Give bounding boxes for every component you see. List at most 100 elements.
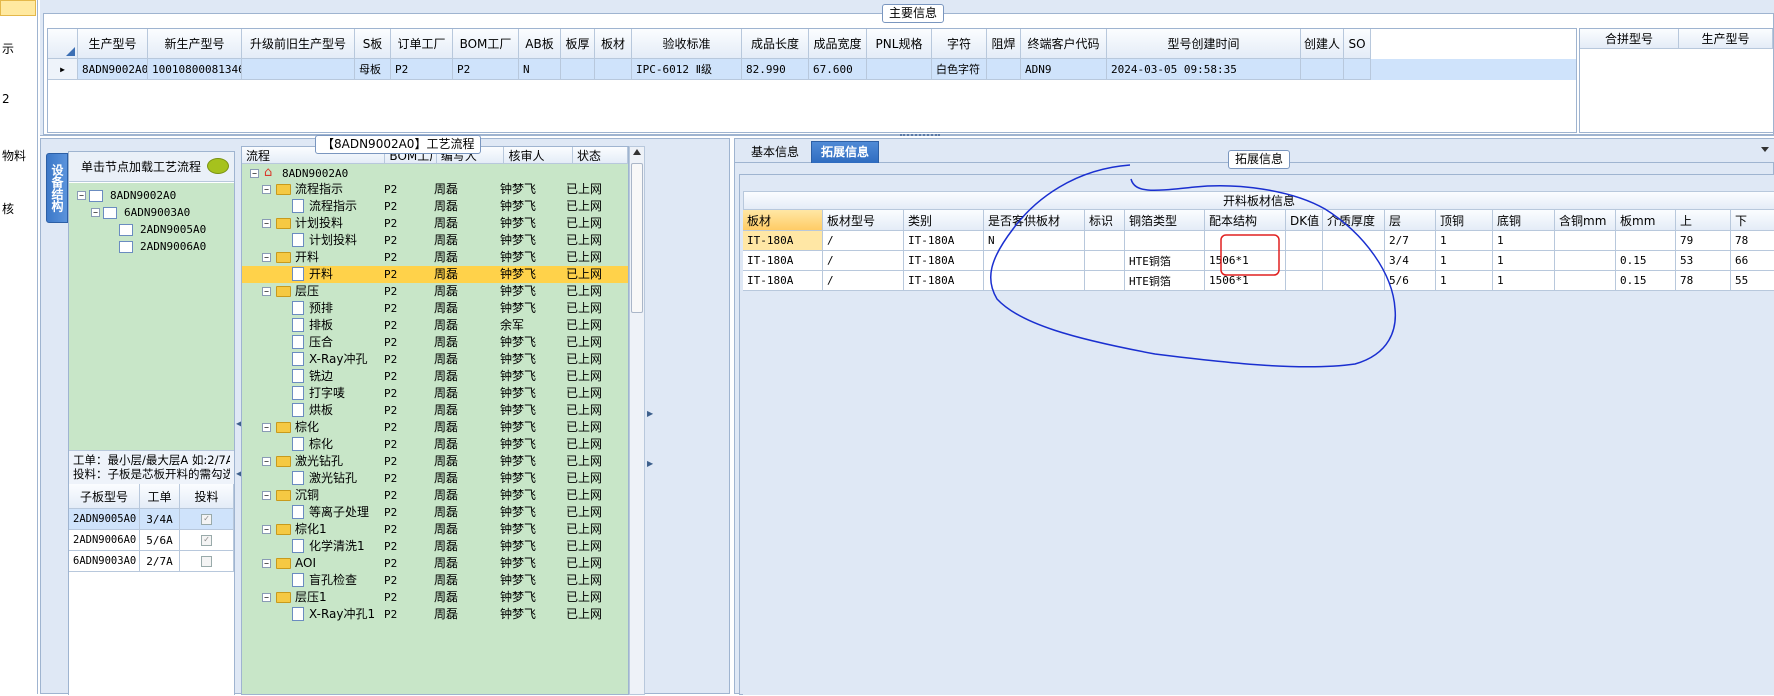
flow-row[interactable]: 计划投料 P2 周磊 钟梦飞 已上网 (242, 232, 628, 249)
column-header[interactable]: 板mm (1616, 210, 1676, 231)
material-cell[interactable] (1286, 231, 1323, 251)
material-row[interactable]: IT-180A / IT-180A N 2/7 1 1 79 78 (743, 231, 1774, 251)
flow-row[interactable]: − 棕化 P2 周磊 钟梦飞 已上网 (242, 419, 628, 436)
checkbox-icon[interactable]: ✓ (201, 534, 212, 546)
main-info-row[interactable]: ▶ 8ADN9002A0 10010800081346 母板 P2 P2 N I… (48, 59, 1576, 80)
flow-row[interactable]: 开料 P2 周磊 钟梦飞 已上网 (242, 266, 628, 283)
flow-row[interactable]: 打字唛 P2 周磊 钟梦飞 已上网 (242, 385, 628, 402)
cell-width[interactable]: 67.600 (809, 59, 867, 80)
column-header[interactable]: 配本结构 (1205, 210, 1286, 231)
material-cell[interactable]: 5/6 (1385, 271, 1436, 291)
material-cell[interactable]: 1 (1436, 231, 1493, 251)
material-cell[interactable]: / (823, 271, 904, 291)
material-cell[interactable]: IT-180A (743, 271, 823, 291)
material-cell[interactable]: HTE铜箔 (1125, 251, 1205, 271)
material-cell[interactable]: 79 (1676, 231, 1731, 251)
checkbox-icon[interactable] (201, 555, 212, 567)
collapse-icon[interactable]: − (77, 191, 86, 200)
column-header[interactable]: 铜箔类型 (1125, 210, 1205, 231)
flow-row[interactable]: − 沉铜 P2 周磊 钟梦飞 已上网 (242, 487, 628, 504)
material-cell[interactable]: 1 (1436, 271, 1493, 291)
material-cell[interactable]: / (823, 251, 904, 271)
material-cell[interactable]: 1506*1 (1205, 271, 1286, 291)
flow-row[interactable]: 铣边 P2 周磊 钟梦飞 已上网 (242, 368, 628, 385)
material-cell[interactable] (1085, 231, 1125, 251)
material-cell[interactable]: 1506*1 (1205, 251, 1286, 271)
column-header[interactable]: BOM工厂 (453, 29, 519, 59)
material-cell[interactable]: 53 (1676, 251, 1731, 271)
material-cell[interactable]: 1 (1493, 271, 1555, 291)
cell-material[interactable] (595, 59, 632, 80)
cell-sub-feed[interactable] (180, 551, 234, 572)
tree-node[interactable]: − 6ADN9003A0 (91, 206, 190, 219)
collapse-icon[interactable]: − (262, 559, 271, 568)
material-cell[interactable] (1286, 271, 1323, 291)
column-header[interactable]: 成品长度 (742, 29, 809, 59)
column-header[interactable]: 上 (1676, 210, 1731, 231)
flow-row[interactable]: X-Ray冲孔1 P2 周磊 钟梦飞 已上网 (242, 606, 628, 623)
material-cell[interactable] (984, 251, 1085, 271)
column-header[interactable]: 状态 (573, 147, 628, 164)
collapse-icon[interactable]: − (262, 491, 271, 500)
material-cell[interactable] (1555, 231, 1616, 251)
column-header[interactable]: 介质厚度 (1323, 210, 1385, 231)
material-cell[interactable]: IT-180A (904, 231, 984, 251)
flow-row[interactable]: − 开料 P2 周磊 钟梦飞 已上网 (242, 249, 628, 266)
column-header[interactable]: 标识 (1085, 210, 1125, 231)
column-header[interactable]: 新生产型号 (148, 29, 242, 59)
material-row[interactable]: IT-180A / IT-180A HTE铜箔 1506*1 5/6 1 1 0.15 78 55 (743, 271, 1774, 291)
flow-row[interactable]: X-Ray冲孔 P2 周磊 钟梦飞 已上网 (242, 351, 628, 368)
cell-sub-feed[interactable]: ✓ (180, 509, 234, 530)
collapse-icon[interactable]: − (91, 208, 100, 217)
material-cell[interactable]: 2/7 (1385, 231, 1436, 251)
dropdown-arrow-icon[interactable] (1761, 147, 1769, 152)
material-cell[interactable]: 1 (1493, 231, 1555, 251)
material-cell[interactable] (1323, 251, 1385, 271)
splitter-arrow-icon[interactable]: ▶ (647, 459, 653, 468)
material-cell[interactable]: 66 (1731, 251, 1774, 271)
material-cell[interactable]: 78 (1676, 271, 1731, 291)
column-header[interactable]: 板材 (743, 210, 823, 231)
material-cell[interactable] (1085, 271, 1125, 291)
cell-sub-order[interactable]: 3/4A (140, 509, 180, 530)
column-header[interactable]: 板材型号 (823, 210, 904, 231)
sub-board-row[interactable]: 2ADN9005A0 3/4A ✓ (69, 509, 234, 530)
material-cell[interactable]: 1 (1493, 251, 1555, 271)
cell-ab-board[interactable]: N (519, 59, 561, 80)
cell-s-board[interactable]: 母板 (355, 59, 391, 80)
flow-row[interactable]: − 流程指示 P2 周磊 钟梦飞 已上网 (242, 181, 628, 198)
material-cell[interactable] (1323, 231, 1385, 251)
material-cell[interactable] (1205, 231, 1286, 251)
material-cell[interactable]: 0.15 (1616, 271, 1676, 291)
tab-extended-info[interactable]: 拓展信息 (811, 141, 879, 163)
cell-sub-order[interactable]: 5/6A (140, 530, 180, 551)
left-strip-item[interactable]: 物料 (2, 147, 26, 164)
cell-sub-feed[interactable]: ✓ (180, 530, 234, 551)
column-header[interactable]: 字符 (932, 29, 987, 59)
left-strip-item[interactable]: 2 (2, 92, 10, 106)
material-cell[interactable] (1085, 251, 1125, 271)
collapse-icon[interactable]: − (262, 593, 271, 602)
left-strip-item[interactable]: 示 (2, 40, 14, 57)
flow-row[interactable]: − 计划投料 P2 周磊 钟梦飞 已上网 (242, 215, 628, 232)
collapse-icon[interactable]: − (250, 169, 259, 178)
cell-character[interactable]: 白色字符 (932, 59, 987, 80)
splitter-handle[interactable] (900, 134, 940, 137)
material-cell[interactable] (1555, 271, 1616, 291)
cell-creator[interactable] (1301, 59, 1344, 80)
column-header[interactable]: 核审人 (504, 147, 574, 164)
column-header[interactable]: 层 (1385, 210, 1436, 231)
material-cell[interactable]: 0.15 (1616, 251, 1676, 271)
cell-sub-model[interactable]: 6ADN9003A0 (69, 551, 140, 572)
side-tab-equipment[interactable]: 设备结构 (46, 153, 68, 223)
cell-sub-model[interactable]: 2ADN9005A0 (69, 509, 140, 530)
scroll-thumb[interactable] (631, 163, 643, 313)
collapse-icon[interactable]: − (262, 287, 271, 296)
column-header[interactable]: 底铜 (1493, 210, 1555, 231)
column-header[interactable]: 类别 (904, 210, 984, 231)
flow-row[interactable]: 流程指示 P2 周磊 钟梦飞 已上网 (242, 198, 628, 215)
cell-sub-model[interactable]: 2ADN9006A0 (69, 530, 140, 551)
material-cell[interactable]: 1 (1436, 251, 1493, 271)
material-cell[interactable] (984, 271, 1085, 291)
tree-node[interactable]: − 8ADN9002A0 (77, 189, 176, 202)
